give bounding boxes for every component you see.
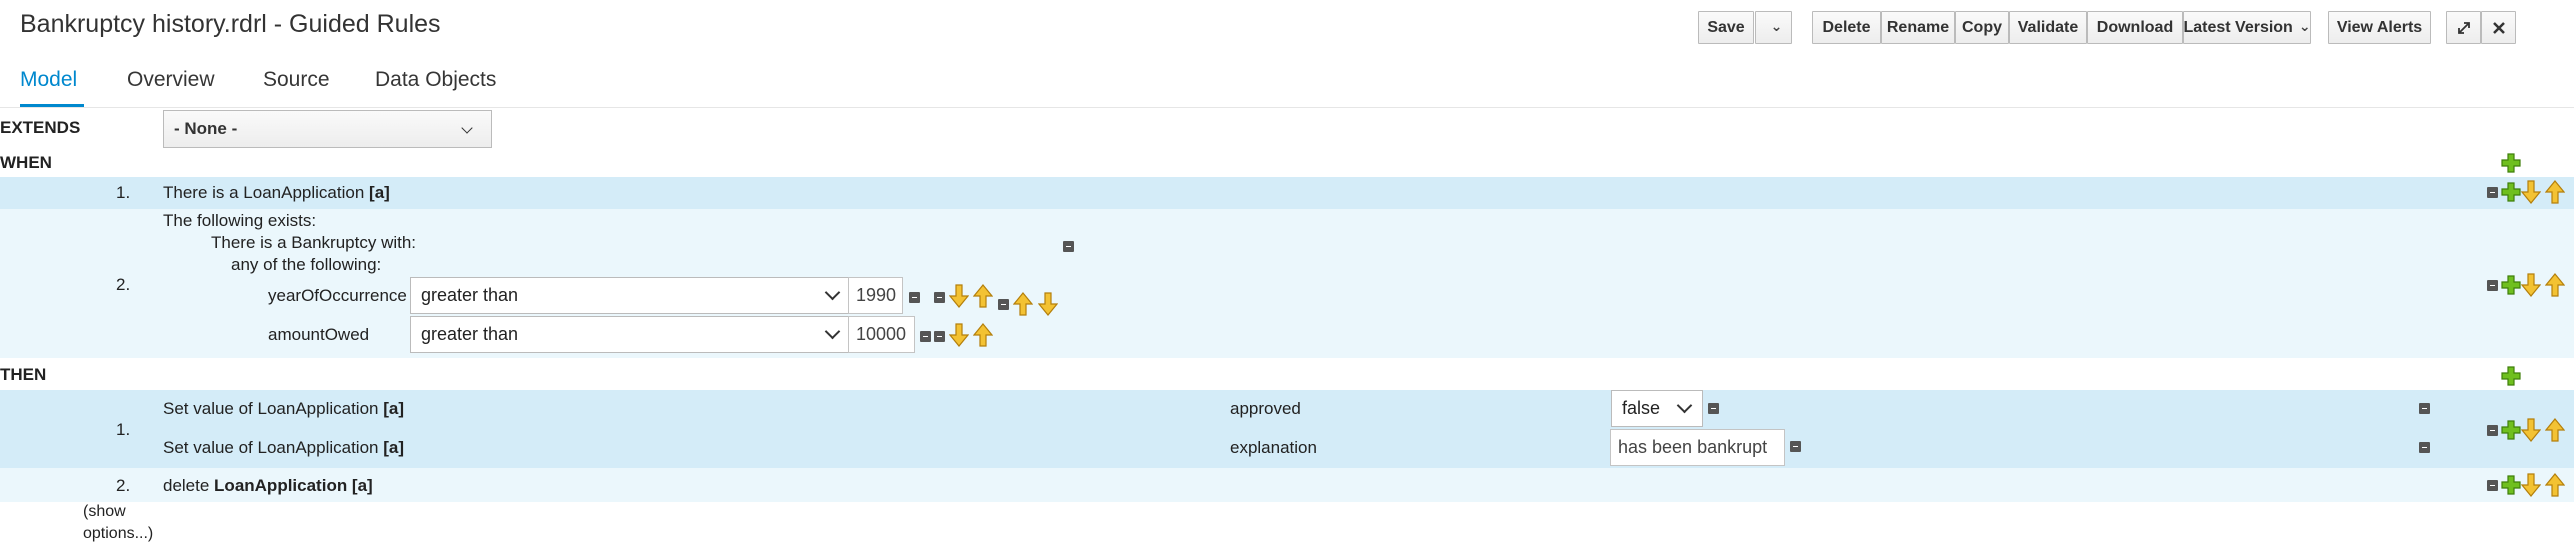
when-label: WHEN [0, 153, 52, 172]
move-down-icon[interactable] [1038, 292, 1058, 316]
move-down-icon[interactable] [949, 323, 969, 347]
remove-icon[interactable] [2487, 425, 2498, 436]
chevron-down-icon [824, 323, 841, 340]
save-dropdown-button[interactable]: ⌄ [1755, 11, 1792, 44]
page-title: Bankruptcy history.rdrl - Guided Rules [20, 10, 441, 38]
show-options-link-line-2[interactable]: options...) [83, 525, 153, 543]
operator-select-amount[interactable]: greater than [410, 316, 851, 353]
insert-plus-icon[interactable] [2501, 420, 2521, 440]
move-up-icon[interactable] [1013, 292, 1033, 316]
tab-model[interactable]: Model [20, 68, 77, 92]
remove-icon[interactable] [2487, 187, 2498, 198]
move-up-icon[interactable] [2545, 418, 2565, 442]
then-action-2-field: explanation [1230, 438, 1317, 457]
remove-icon[interactable] [909, 292, 920, 303]
close-icon [2492, 21, 2505, 34]
add-condition-plus-icon[interactable] [2501, 153, 2521, 173]
then-row-2 [0, 468, 2574, 502]
download-button[interactable]: Download [2087, 11, 2183, 44]
move-up-icon[interactable] [973, 323, 993, 347]
close-button[interactable] [2481, 11, 2516, 44]
approved-value-select[interactable]: false [1611, 390, 1703, 427]
any-of-text: any of the following: [231, 255, 382, 274]
then-action-1-text: Set value of LoanApplication [a] [163, 399, 404, 418]
remove-icon[interactable] [934, 292, 945, 303]
operator-value: greater than [421, 285, 519, 305]
validate-button[interactable]: Validate [2009, 11, 2087, 44]
chevron-down-icon [461, 122, 473, 134]
remove-icon[interactable] [2419, 403, 2430, 414]
insert-plus-icon[interactable] [2501, 182, 2521, 202]
condition-field-amount: amountOwed [268, 325, 370, 344]
move-up-icon[interactable] [2545, 273, 2565, 297]
remove-icon[interactable] [920, 331, 931, 342]
bankruptcy-pattern-text: There is a Bankruptcy with: [211, 233, 417, 252]
tab-divider [0, 107, 2574, 108]
save-button[interactable]: Save [1698, 11, 1754, 44]
rename-button[interactable]: Rename [1881, 11, 1955, 44]
chevron-down-icon [824, 284, 841, 301]
condition-field-year: yearOfOccurrence [268, 286, 407, 305]
move-up-icon[interactable] [2545, 473, 2565, 497]
explanation-input[interactable]: has been bankrupt [1610, 429, 1785, 466]
remove-icon[interactable] [1790, 441, 1801, 452]
move-down-icon[interactable] [2521, 418, 2541, 442]
chevron-down-icon: ⌄ [2298, 18, 2311, 34]
then-label: THEN [0, 365, 47, 384]
operator-value: greater than [421, 324, 519, 344]
remove-icon[interactable] [1708, 403, 1719, 414]
then-row-1-number: 1. [116, 420, 131, 439]
approved-value: false [1622, 398, 1661, 418]
expand-icon [2457, 21, 2470, 34]
then-action-1-field: approved [1230, 399, 1301, 418]
then-row-2-number: 2. [116, 476, 131, 495]
move-down-icon[interactable] [2521, 473, 2541, 497]
show-options-link-line-1[interactable]: (show [83, 503, 126, 521]
when-row-1-number: 1. [116, 183, 131, 202]
view-alerts-button[interactable]: View Alerts [2328, 11, 2431, 44]
remove-icon[interactable] [2419, 442, 2430, 453]
move-down-icon[interactable] [2521, 273, 2541, 297]
tab-source[interactable]: Source [263, 68, 330, 92]
tab-data-objects[interactable]: Data Objects [375, 68, 496, 92]
remove-icon[interactable] [934, 331, 945, 342]
chevron-down-icon [1676, 397, 1693, 414]
extends-label: EXTENDS [0, 118, 81, 137]
add-action-plus-icon[interactable] [2501, 366, 2521, 386]
when-row-1-text: There is a LoanApplication [a] [163, 183, 390, 202]
move-up-icon[interactable] [2545, 180, 2565, 204]
insert-plus-icon[interactable] [2501, 475, 2521, 495]
chevron-down-icon: ⌄ [1770, 18, 1783, 34]
tab-overview[interactable]: Overview [127, 68, 215, 92]
remove-pattern-icon[interactable] [1063, 241, 1074, 252]
value-input-year[interactable]: 1990 [848, 277, 903, 314]
move-down-icon[interactable] [2521, 180, 2541, 204]
extends-select-value: - None - [174, 119, 238, 138]
operator-select-year[interactable]: greater than [410, 277, 851, 314]
insert-plus-icon[interactable] [2501, 275, 2521, 295]
move-up-icon[interactable] [973, 284, 993, 308]
latest-version-dropdown[interactable]: Latest Version ⌄ [2183, 11, 2311, 44]
remove-icon[interactable] [998, 299, 1009, 310]
when-row-2 [0, 209, 2574, 358]
remove-icon[interactable] [2487, 280, 2498, 291]
latest-version-label: Latest Version [2183, 18, 2293, 36]
then-action-2-text: Set value of LoanApplication [a] [163, 438, 404, 457]
expand-button[interactable] [2446, 11, 2481, 44]
delete-button[interactable]: Delete [1812, 11, 1881, 44]
when-row-2-number: 2. [116, 275, 131, 294]
remove-icon[interactable] [2487, 480, 2498, 491]
value-input-amount[interactable]: 10000 [848, 316, 915, 353]
extends-select[interactable]: - None - [163, 110, 492, 148]
move-down-icon[interactable] [949, 284, 969, 308]
then-row-2-text: delete LoanApplication [a] [163, 476, 373, 495]
exists-text: The following exists: [163, 211, 317, 230]
copy-button[interactable]: Copy [1955, 11, 2009, 44]
